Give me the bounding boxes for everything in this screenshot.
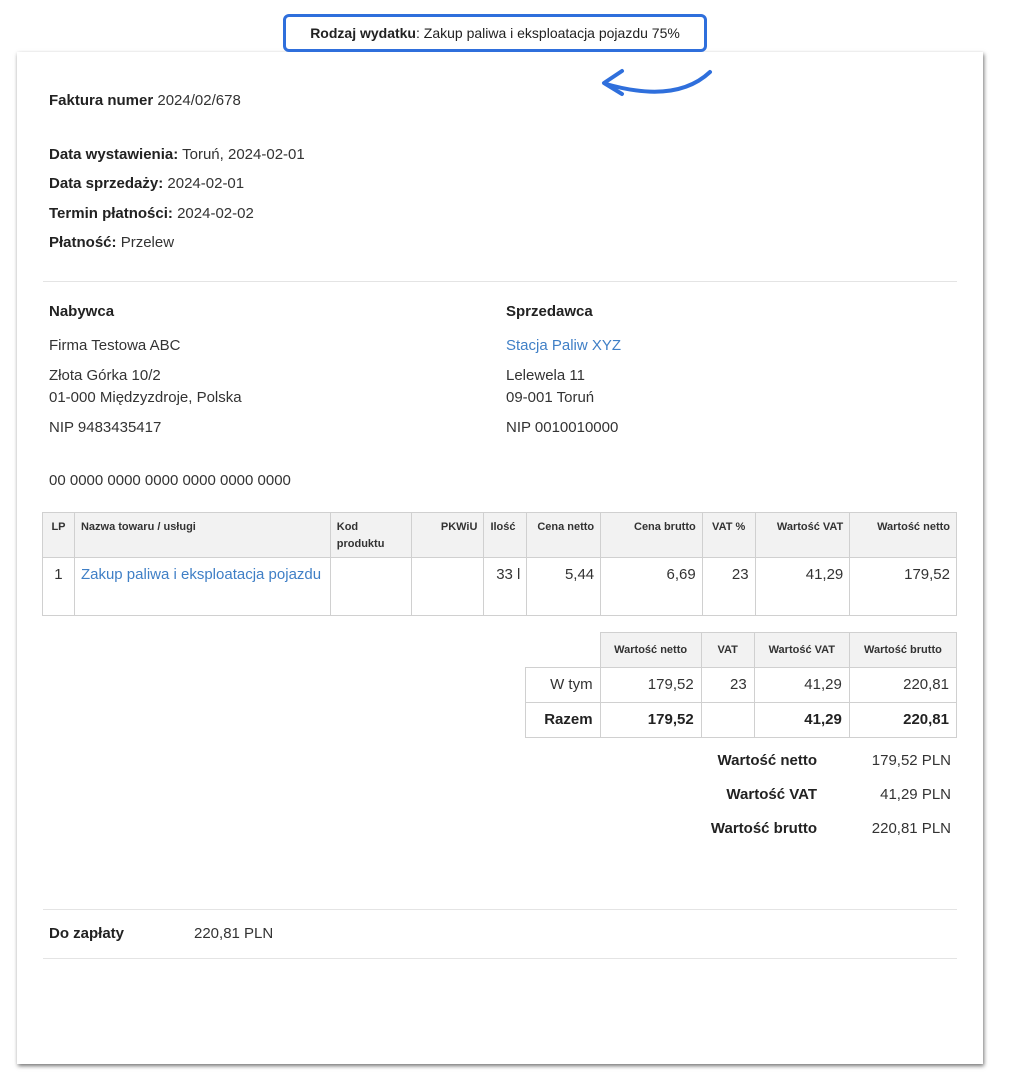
- expense-type-value: Zakup paliwa i eksploatacja pojazdu 75%: [423, 25, 680, 41]
- col-vat-rate: VAT %: [701, 512, 756, 558]
- curved-arrow-icon: [602, 69, 712, 96]
- expense-type-label: Rodzaj wydatku: [310, 25, 416, 41]
- sale-date-label: Data sprzedaży:: [49, 175, 164, 192]
- buyer-name: Firma Testowa ABC: [49, 337, 181, 354]
- payment-method-value: Przelew: [120, 234, 175, 251]
- cell-lp: 1: [42, 557, 75, 616]
- col-name: Nazwa towaru / usługi: [73, 512, 331, 558]
- total-vat-label: Wartość VAT: [726, 786, 817, 803]
- issue-date-label: Data wystawienia:: [49, 146, 179, 163]
- summary-gross: 220,81: [848, 701, 958, 738]
- total-net-label: Wartość netto: [717, 752, 817, 769]
- items-header-row: LP Nazwa towaru / usługi Kod produktu PK…: [42, 512, 957, 558]
- sale-date-value: 2024-02-01: [167, 175, 245, 192]
- invoice-number: 2024/02/678: [157, 92, 241, 109]
- summary-col-vat-value: Wartość VAT: [753, 632, 850, 668]
- to-pay-value: 220,81 PLN: [194, 925, 274, 942]
- items-table: LP Nazwa towaru / usługi Kod produktu PK…: [42, 512, 957, 616]
- total-gross-row: Wartość brutto 220,81 PLN: [667, 820, 957, 854]
- summary-net: 179,52: [599, 701, 702, 738]
- seller-nip: NIP 0010010000: [506, 419, 619, 436]
- col-gross-price: Cena brutto: [600, 512, 703, 558]
- col-net-value: Wartość netto: [849, 512, 957, 558]
- seller-name-link[interactable]: Stacja Paliw XYZ: [506, 337, 621, 354]
- payment-term-row: Termin płatności: 2024-02-02: [49, 205, 254, 222]
- table-row: W tym 179,52 23 41,29 220,81: [525, 666, 958, 703]
- cell-gross-price: 6,69: [600, 557, 703, 616]
- summary-corner: [526, 633, 601, 668]
- summary-row-label: W tym: [525, 666, 601, 703]
- seller-heading: Sprzedawca: [506, 303, 593, 320]
- buyer-nip: NIP 9483435417: [49, 419, 162, 436]
- cell-net-value: 179,52: [849, 557, 957, 616]
- totals-block: Wartość netto 179,52 PLN Wartość VAT 41,…: [667, 752, 957, 854]
- col-qty: Ilość: [483, 512, 528, 558]
- total-net-row: Wartość netto 179,52 PLN: [667, 752, 957, 786]
- total-net-value: 179,52 PLN: [871, 752, 951, 769]
- seller-city: 09-001 Toruń: [506, 389, 595, 406]
- summary-vat-value: 41,29: [753, 666, 850, 703]
- divider: [43, 958, 957, 959]
- table-row: 1 Zakup paliwa i eksploatacja pojazdu 33…: [42, 557, 957, 616]
- summary-row-label: Razem: [525, 701, 601, 738]
- payment-term-label: Termin płatności:: [49, 205, 173, 222]
- sale-date-row: Data sprzedaży: 2024-02-01: [49, 175, 244, 192]
- summary-header-row: Wartość netto VAT Wartość VAT Wartość br…: [526, 632, 958, 668]
- payment-term-value: 2024-02-02: [177, 205, 254, 222]
- summary-gross: 220,81: [848, 666, 958, 703]
- bank-account: 00 0000 0000 0000 0000 0000 0000: [49, 472, 291, 489]
- cell-pkwiu: [410, 557, 485, 616]
- payment-method-label: Płatność:: [49, 234, 117, 251]
- cell-code: [329, 557, 412, 616]
- issue-date-row: Data wystawienia: Toruń, 2024-02-01: [49, 146, 305, 163]
- issue-date-value: Toruń, 2024-02-01: [182, 146, 305, 163]
- col-lp: LP: [42, 512, 75, 558]
- summary-vat: [700, 701, 755, 738]
- to-pay-label: Do zapłaty: [49, 925, 125, 942]
- cell-vat-value: 41,29: [754, 557, 851, 616]
- summary-net: 179,52: [599, 666, 702, 703]
- total-vat-value: 41,29 PLN: [880, 786, 951, 803]
- col-net-price: Cena netto: [526, 512, 602, 558]
- cell-vat-rate: 23: [701, 557, 756, 616]
- expense-type-callout: Rodzaj wydatku: Zakup paliwa i eksploata…: [283, 14, 707, 52]
- summary-col-vat: VAT: [700, 632, 755, 668]
- payment-method-row: Płatność: Przelew: [49, 234, 174, 251]
- table-row: Razem 179,52 41,29 220,81: [525, 701, 958, 738]
- summary-col-net: Wartość netto: [599, 632, 702, 668]
- buyer-street: Złota Górka 10/2: [49, 367, 161, 384]
- invoice-document: Faktura numer 2024/02/678 Data wystawien…: [17, 52, 983, 1064]
- col-vat-value: Wartość VAT: [754, 512, 851, 558]
- seller-street: Lelewela 11: [506, 367, 585, 384]
- cell-qty: 33 l: [483, 557, 528, 616]
- cell-net-price: 5,44: [526, 557, 602, 616]
- summary-vat-value: 41,29: [753, 701, 850, 738]
- col-pkwiu: PKWiU: [410, 512, 485, 558]
- total-gross-label: Wartość brutto: [710, 820, 817, 837]
- col-code: Kod produktu: [329, 512, 412, 558]
- item-name-link[interactable]: Zakup paliwa i eksploatacja pojazdu: [73, 557, 331, 616]
- total-vat-row: Wartość VAT 41,29 PLN: [667, 786, 957, 820]
- summary-col-gross: Wartość brutto: [848, 632, 958, 668]
- divider: [43, 909, 957, 910]
- total-gross-value: 220,81 PLN: [871, 820, 951, 837]
- buyer-heading: Nabywca: [49, 303, 115, 320]
- invoice-title-label: Faktura numer: [49, 92, 154, 109]
- buyer-city: 01-000 Międzyzdroje, Polska: [49, 389, 242, 406]
- summary-vat: 23: [700, 666, 755, 703]
- invoice-title: Faktura numer 2024/02/678: [49, 92, 241, 109]
- divider: [43, 281, 957, 282]
- vat-summary-table: Wartość netto VAT Wartość VAT Wartość br…: [525, 632, 958, 738]
